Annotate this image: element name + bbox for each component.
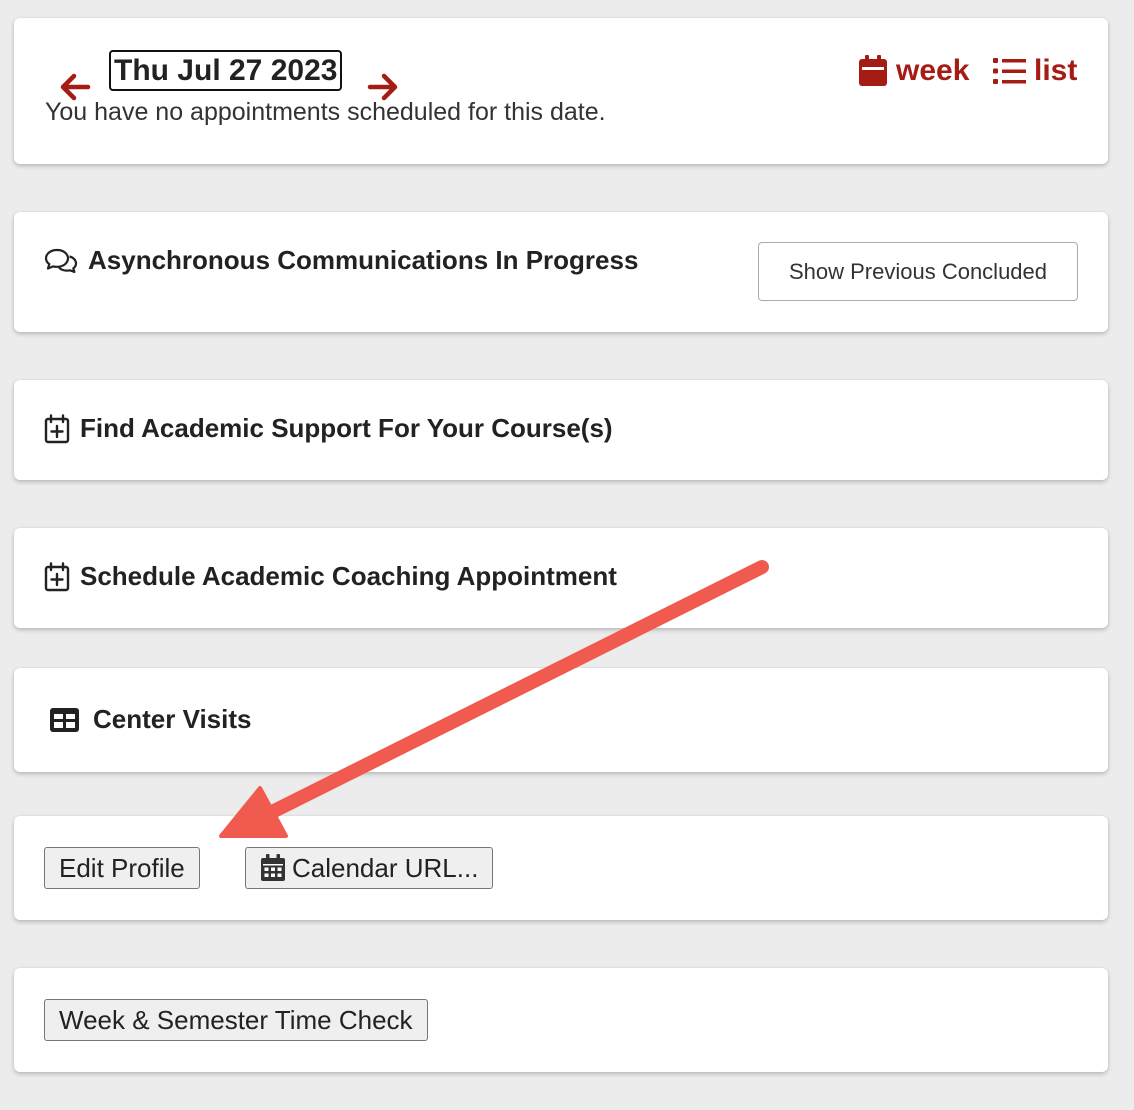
list-label: list xyxy=(1034,54,1078,87)
center-visits-title: Center Visits xyxy=(93,704,252,734)
find-academic-support-title: Find Academic Support For Your Course(s) xyxy=(80,413,613,443)
async-communications-title: Asynchronous Communications In Progress xyxy=(88,245,639,275)
time-check-button[interactable]: Week & Semester Time Check xyxy=(44,999,428,1041)
async-communications-card: Asynchronous Communications In Progress … xyxy=(14,212,1108,332)
edit-profile-label: Edit Profile xyxy=(59,852,185,883)
calendar-plus-icon xyxy=(44,561,70,592)
calendar-plus-icon xyxy=(44,413,70,444)
table-icon xyxy=(50,707,79,732)
schedule-coaching-header[interactable]: Schedule Academic Coaching Appointment xyxy=(44,561,617,592)
date-card: Thu Jul 27 2023 You have no appointments… xyxy=(14,18,1108,164)
center-visits-card[interactable]: Center Visits xyxy=(14,668,1108,772)
calendar-icon xyxy=(260,854,286,882)
week-label: week xyxy=(896,54,970,87)
list-icon xyxy=(993,57,1026,85)
show-previous-concluded-button[interactable]: Show Previous Concluded xyxy=(758,242,1078,301)
profile-card: Edit Profile Calendar URL... xyxy=(14,816,1108,920)
schedule-coaching-card[interactable]: Schedule Academic Coaching Appointment xyxy=(14,528,1108,628)
calendar-url-label: Calendar URL... xyxy=(292,852,479,883)
find-academic-support-header[interactable]: Find Academic Support For Your Course(s) xyxy=(44,413,613,444)
calendar-icon xyxy=(858,55,888,87)
time-check-label: Week & Semester Time Check xyxy=(59,1004,413,1035)
find-academic-support-card[interactable]: Find Academic Support For Your Course(s) xyxy=(14,380,1108,480)
date-display[interactable]: Thu Jul 27 2023 xyxy=(109,50,343,91)
edit-profile-button[interactable]: Edit Profile xyxy=(44,847,200,889)
schedule-coaching-title: Schedule Academic Coaching Appointment xyxy=(80,561,617,591)
comments-icon xyxy=(44,247,78,275)
week-view-link[interactable]: week xyxy=(858,54,969,88)
center-visits-header[interactable]: Center Visits xyxy=(50,704,251,735)
async-communications-header[interactable]: Asynchronous Communications In Progress xyxy=(44,245,638,276)
calendar-url-button[interactable]: Calendar URL... xyxy=(245,847,494,889)
no-appointments-message: You have no appointments scheduled for t… xyxy=(45,98,606,126)
list-view-link[interactable]: list xyxy=(993,54,1077,88)
time-check-card: Week & Semester Time Check xyxy=(14,968,1108,1072)
